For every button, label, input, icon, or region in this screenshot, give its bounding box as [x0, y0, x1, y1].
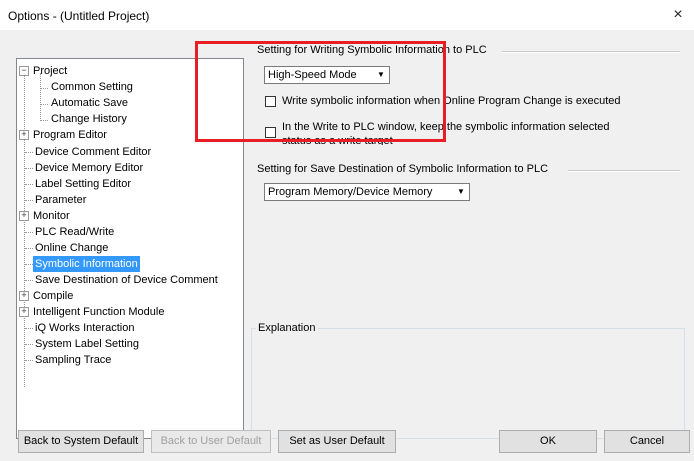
expand-icon[interactable]: +	[19, 291, 29, 301]
tree-item-device-memory-editor[interactable]: Device Memory Editor	[33, 160, 145, 176]
tree-item-intelligent-function-module[interactable]: Intelligent Function Module	[31, 304, 166, 320]
destination-value: Program Memory/Device Memory	[268, 186, 433, 198]
title-bar: Options - (Untitled Project) ×	[0, 0, 694, 30]
tree-item-iq-works-interaction[interactable]: iQ Works Interaction	[33, 320, 136, 336]
collapse-icon[interactable]: −	[19, 66, 29, 76]
tree-item-automatic-save[interactable]: Automatic Save	[49, 95, 130, 111]
tree-item-device-comment-editor[interactable]: Device Comment Editor	[33, 144, 153, 160]
tree-item-program-editor[interactable]: Program Editor	[31, 127, 109, 143]
writing-mode-select[interactable]: High-Speed Mode ▼	[264, 66, 390, 84]
ok-button[interactable]: OK	[499, 430, 597, 453]
destination-section-title: Setting for Save Destination of Symbolic…	[257, 163, 549, 175]
tree-root-line	[24, 73, 25, 387]
chevron-down-icon: ▼	[374, 68, 388, 82]
tree-item-parameter[interactable]: Parameter	[33, 192, 88, 208]
writing-section-title: Setting for Writing Symbolic Information…	[257, 44, 487, 56]
tree-item-label-setting-editor[interactable]: Label Setting Editor	[33, 176, 133, 192]
keep-selected-label-line1: In the Write to PLC window, keep the sym…	[282, 121, 610, 133]
tree-item-save-destination[interactable]: Save Destination of Device Comment	[33, 272, 220, 288]
expand-icon[interactable]: +	[19, 307, 29, 317]
tree-item-compile[interactable]: Compile	[31, 288, 75, 304]
explanation-group	[251, 328, 685, 439]
tree-item-sampling-trace[interactable]: Sampling Trace	[33, 352, 113, 368]
back-to-system-default-button[interactable]: Back to System Default	[18, 430, 144, 453]
window-title: Options - (Untitled Project)	[8, 9, 150, 23]
keep-selected-label-line2: status as a write target	[282, 135, 393, 145]
tree-item-common-setting[interactable]: Common Setting	[49, 79, 135, 95]
tree-item-change-history[interactable]: Change History	[49, 111, 129, 127]
tree-item-online-change[interactable]: Online Change	[33, 240, 110, 256]
tree-item-monitor[interactable]: Monitor	[31, 208, 72, 224]
keep-selected-checkbox[interactable]	[265, 127, 276, 138]
chevron-down-icon: ▼	[454, 185, 468, 199]
tree-item-symbolic-information[interactable]: Symbolic Information	[33, 256, 140, 272]
options-tree[interactable]: − Project Common Setting Automatic Save …	[16, 58, 244, 439]
section-divider	[568, 170, 680, 172]
tree-item-plc-read-write[interactable]: PLC Read/Write	[33, 224, 116, 240]
tree-item-project[interactable]: Project	[31, 63, 69, 79]
destination-select[interactable]: Program Memory/Device Memory ▼	[264, 183, 470, 201]
set-as-user-default-button[interactable]: Set as User Default	[278, 430, 396, 453]
explanation-title: Explanation	[256, 322, 318, 334]
expand-icon[interactable]: +	[19, 211, 29, 221]
writing-mode-value: High-Speed Mode	[268, 69, 357, 81]
tree-child-line	[40, 73, 41, 121]
cancel-button[interactable]: Cancel	[604, 430, 690, 453]
close-icon[interactable]: ×	[666, 5, 690, 25]
section-divider	[502, 51, 680, 53]
back-to-user-default-button[interactable]: Back to User Default	[151, 430, 271, 453]
tree-item-system-label-setting[interactable]: System Label Setting	[33, 336, 141, 352]
write-symbolic-checkbox[interactable]	[265, 96, 276, 107]
dialog-body: − Project Common Setting Automatic Save …	[0, 30, 694, 461]
write-symbolic-label: Write symbolic information when Online P…	[282, 95, 621, 107]
expand-icon[interactable]: +	[19, 130, 29, 140]
